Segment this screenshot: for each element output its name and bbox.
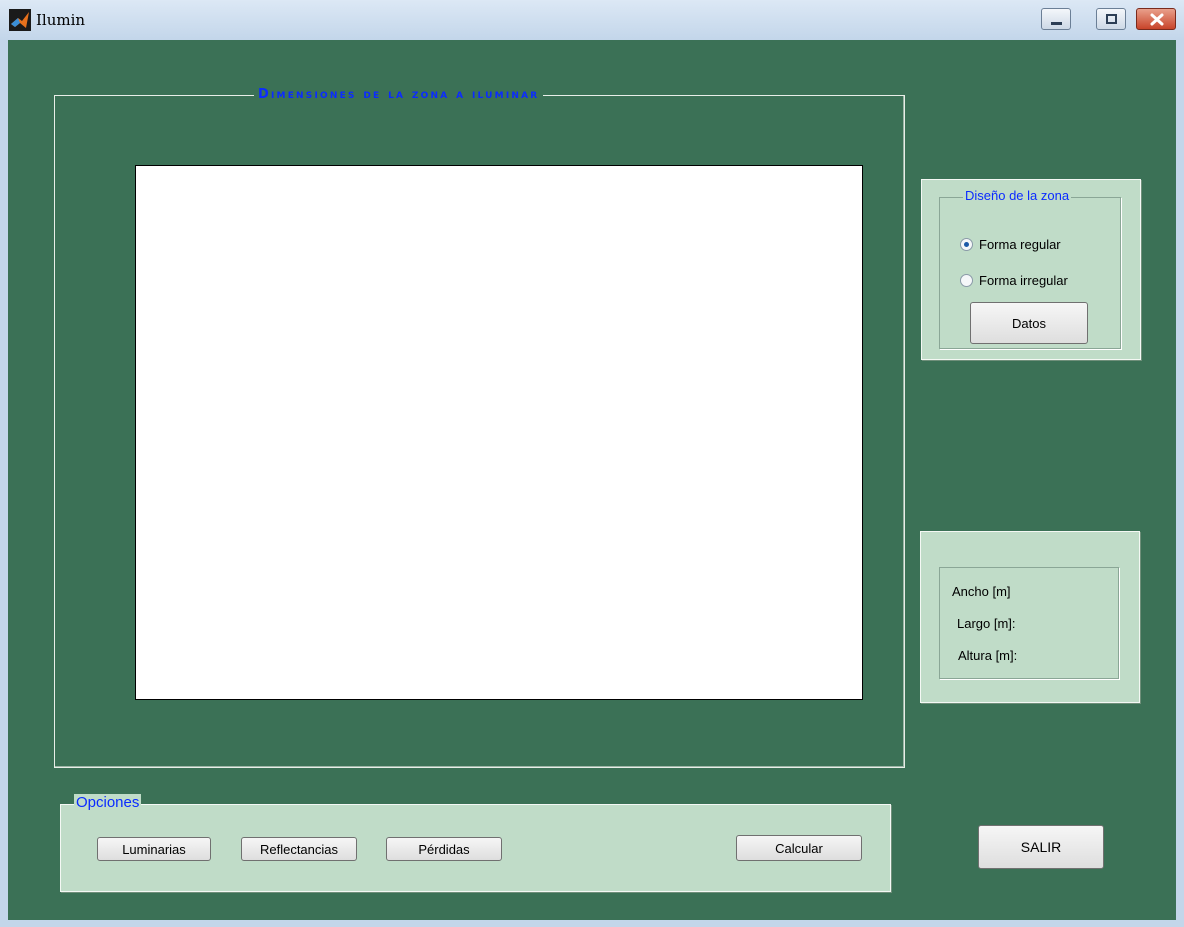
radio-unselected-icon xyxy=(960,274,973,287)
app-window: Ilumin Dimensiones de la zona a iluminar… xyxy=(0,0,1184,927)
radio-forma-regular-label: Forma regular xyxy=(979,237,1061,252)
reflectancias-button[interactable]: Reflectancias xyxy=(241,837,357,861)
minimize-button[interactable] xyxy=(1041,8,1071,30)
minimize-icon xyxy=(1051,22,1062,25)
dimensions-panel-title: Dimensiones de la zona a iluminar xyxy=(254,87,544,103)
design-panel-title: Diseño de la zona xyxy=(963,188,1072,203)
datos-button[interactable]: Datos xyxy=(970,302,1088,344)
close-icon xyxy=(1150,13,1164,26)
dimensions-values-panel: Ancho [m] Largo [m]: Altura [m]: xyxy=(920,531,1140,703)
plot-axes[interactable] xyxy=(135,165,863,700)
ancho-label: Ancho [m] xyxy=(952,584,1011,599)
salir-button[interactable]: SALIR xyxy=(978,825,1104,869)
restore-icon xyxy=(1106,14,1117,24)
altura-label: Altura [m]: xyxy=(958,648,1018,663)
title-bar[interactable]: Ilumin xyxy=(0,0,1184,40)
window-frame-right xyxy=(1176,40,1184,927)
largo-label: Largo [m]: xyxy=(957,616,1016,631)
design-panel: Diseño de la zona Forma regular Forma ir… xyxy=(921,179,1141,360)
calcular-button[interactable]: Calcular xyxy=(736,835,862,861)
radio-selected-icon xyxy=(960,238,973,251)
luminarias-button[interactable]: Luminarias xyxy=(97,837,211,861)
matlab-icon xyxy=(9,9,31,31)
window-title: Ilumin xyxy=(36,11,86,29)
window-frame-left xyxy=(0,40,8,927)
options-panel-title: Opciones xyxy=(74,794,142,812)
perdidas-button[interactable]: Pérdidas xyxy=(386,837,502,861)
close-button[interactable] xyxy=(1136,8,1176,30)
radio-forma-regular[interactable]: Forma regular xyxy=(960,237,1061,252)
maximize-button[interactable] xyxy=(1096,8,1126,30)
radio-forma-irregular[interactable]: Forma irregular xyxy=(960,273,1068,288)
radio-forma-irregular-label: Forma irregular xyxy=(979,273,1068,288)
options-panel: Luminarias Reflectancias Pérdidas Calcul… xyxy=(60,804,891,892)
window-frame-bottom xyxy=(0,920,1184,927)
